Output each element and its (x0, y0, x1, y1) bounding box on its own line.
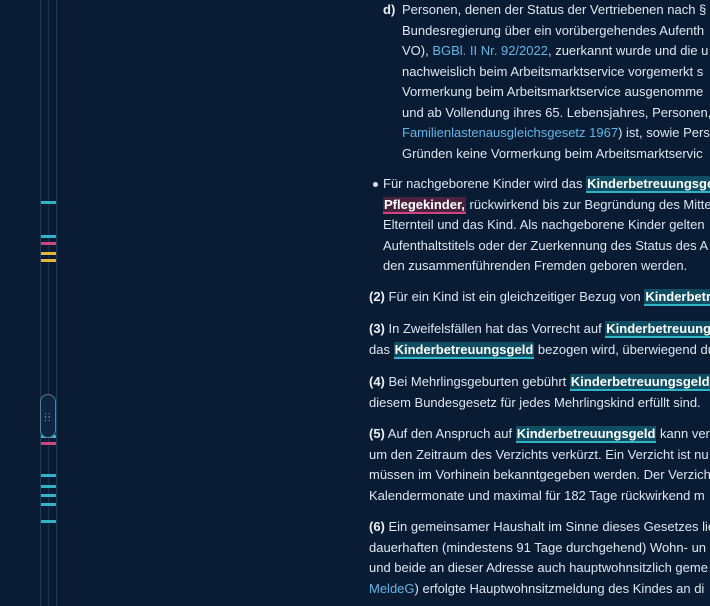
paragraph-number: (4) (369, 374, 385, 389)
rail-marker-teal[interactable] (41, 201, 56, 204)
text-line: Personen, denen der Status der Vertriebe… (402, 2, 707, 17)
search-highlight[interactable]: Kinderbetreuungsgeld (393, 341, 535, 359)
text-span: Auf den Anspruch auf (384, 426, 516, 441)
text-line: Elternteil und das Kind. Als nachgeboren… (383, 217, 705, 232)
grip-icon: :::: (44, 410, 52, 423)
text-span: In Zweifelsfällen hat das Vorrecht auf (384, 321, 606, 336)
text-line: müssen im Vorhinein bekanntgegeben werde… (369, 467, 710, 482)
paragraph-6: (6) Ein gemeinsamer Haushalt im Sinne di… (369, 517, 710, 599)
bullet-dot (373, 182, 378, 187)
text-line: dauerhaften (mindestens 91 Tage durchgeh… (369, 539, 707, 555)
rail-center-line (48, 0, 49, 606)
flag-link[interactable]: Familienlastenausgleichsgesetz 1967 (402, 125, 618, 140)
text-line: (3) In Zweifelsfällen hat das Vorrecht a… (369, 319, 710, 340)
text-line: um den Zeitraum des Verzichts verkürzt. … (369, 446, 709, 462)
rail-marker-teal[interactable] (41, 474, 56, 477)
rail-marker-teal[interactable] (41, 494, 56, 497)
paragraph-number: (6) (369, 519, 385, 534)
text-line: Bundesregierung über ein vorübergehendes… (402, 22, 705, 38)
text-span: rückwirkend bis zur Begründung des Mitte (465, 196, 710, 212)
scroll-handle[interactable]: :::: (40, 394, 56, 438)
text-line: nachweislich beim Arbeitsmarktservice vo… (402, 63, 704, 79)
search-highlight-alt[interactable]: Pflegekinder, (383, 196, 466, 214)
text-line: Aufenthaltstitels oder der Zuerkennung d… (383, 237, 709, 253)
search-highlight[interactable]: Kinderbetreuungsge (586, 176, 710, 193)
paragraph-2: (2) Für ein Kind ist ein gleichzeitiger … (369, 287, 710, 308)
text-line: Für nachgeborene Kinder wird das Kinderb… (383, 174, 710, 195)
paragraph-3: (3) In Zweifelsfällen hat das Vorrecht a… (369, 319, 710, 360)
rail-marker-teal[interactable] (41, 520, 56, 523)
meldeg-link[interactable]: MeldeG (369, 581, 415, 596)
text-span: bezogen wird, überwiegend du (534, 341, 710, 357)
text-line: MeldeG) erfolgte Hauptwohnsitzmeldung de… (369, 579, 710, 600)
rail-marker-teal[interactable] (41, 503, 56, 506)
search-highlight[interactable]: Kinderbetreuungsgeld (569, 374, 710, 391)
paragraph-number: (2) (369, 289, 385, 304)
text-span: Für ein Kind ist ein gleichzeitiger Bezu… (384, 289, 645, 304)
text-line: Familienlastenausgleichsgesetz 1967) ist… (402, 123, 710, 144)
text-line: (2) Für ein Kind ist ein gleichzeitiger … (369, 287, 710, 308)
text-span: Bei Mehrlingsgeburten gebührt (384, 374, 570, 389)
search-highlight[interactable]: Kinderbetreuungsgeld (515, 426, 657, 443)
text-line: (6) Ein gemeinsamer Haushalt im Sinne di… (369, 517, 710, 538)
text-span: Ein gemeinsamer Haushalt im Sinne dieses… (384, 519, 710, 534)
text-line: den zusammenführenden Fremden geboren we… (383, 258, 688, 273)
text-line: und ab Vollendung ihres 65. Lebensjahres… (402, 104, 710, 120)
rail-marker-teal[interactable] (41, 485, 56, 488)
paragraph-number: (5) (369, 426, 385, 441)
text-line: und beide an dieser Adresse auch hauptwo… (369, 560, 708, 575)
bullet-text: Für nachgeborene Kinder wird das Kinderb… (383, 174, 710, 277)
text-span: VO), (402, 43, 433, 58)
text-span: , zuerkannt wurde und die u (547, 43, 709, 58)
paragraph-4: (4) Bei Mehrlingsgeburten gebührt Kinder… (369, 372, 710, 413)
text-line: Vormerkung beim Arbeitsmarktservice ausg… (402, 84, 704, 99)
rail-marker-pink[interactable] (41, 242, 56, 245)
paragraph-5: (5) Auf den Anspruch auf Kinderbetreuung… (369, 424, 710, 506)
search-highlight[interactable]: Kinderbetreuung (605, 321, 710, 338)
rail-marker-pink[interactable] (41, 442, 56, 445)
search-highlight[interactable]: Kinderbetr (644, 289, 710, 306)
text-line: (5) Auf den Anspruch auf Kinderbetreuung… (369, 424, 710, 445)
bgbl-link[interactable]: BGBl. II Nr. 92/2022 (432, 43, 548, 58)
text-span: ) erfolgte Hauptwohnsitzmeldung des Kind… (414, 580, 705, 596)
rail-marker-yellow[interactable] (41, 259, 56, 262)
text-line: das Kinderbetreuungsgeld bezogen wird, ü… (369, 340, 710, 361)
text-line: diesem Bundesgesetz für jedes Mehrlingsk… (369, 394, 701, 410)
text-span: kann verz (660, 426, 710, 441)
text-line: Gründen keine Vormerkung beim Arbeitsmar… (402, 145, 703, 161)
paragraph-number: (3) (369, 321, 385, 336)
text-line: Pflegekinder, rückwirkend bis zur Begrün… (383, 195, 710, 216)
rail-marker-teal[interactable] (41, 235, 56, 238)
text-line: (4) Bei Mehrlingsgeburten gebührt Kinder… (369, 372, 710, 393)
para-d: Personen, denen der Status der Vertriebe… (402, 0, 710, 164)
rail-marker-yellow[interactable] (41, 252, 56, 255)
para-d-label: d) (383, 0, 395, 21)
text-line: VO), BGBl. II Nr. 92/2022, zuerkannt wur… (402, 41, 710, 62)
text-span: ) ist, sowie Pers (618, 125, 710, 140)
item-label: d) (383, 2, 396, 17)
text-span: Für nachgeborene Kinder wird das (383, 176, 587, 191)
text-span: das (369, 341, 394, 357)
text-line: Kalendermonate und maximal für 182 Tage … (369, 487, 705, 503)
